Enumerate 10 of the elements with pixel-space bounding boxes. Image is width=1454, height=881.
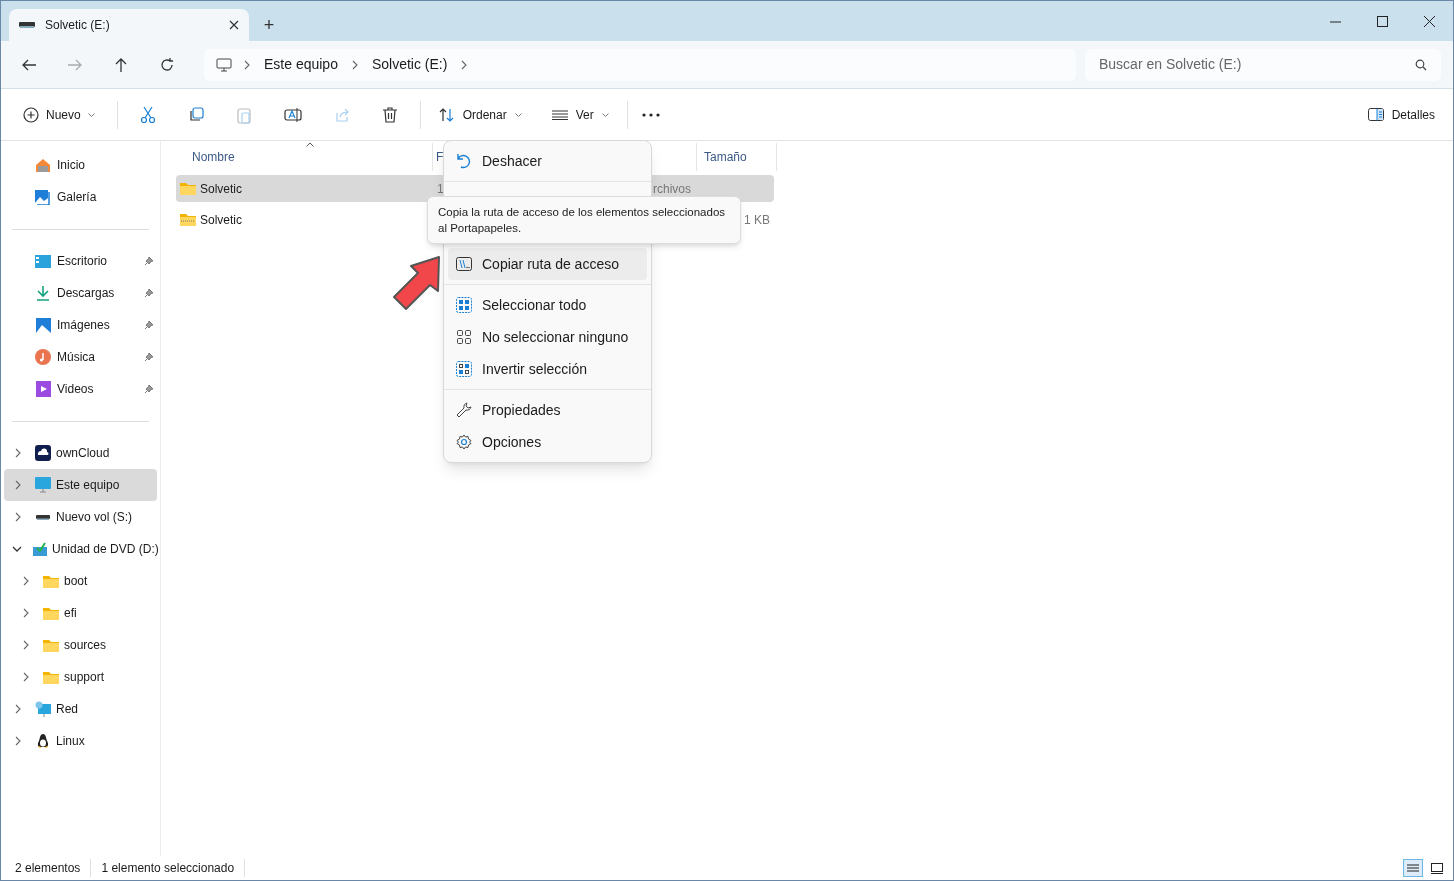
file-name: Solvetic <box>200 180 243 198</box>
type-cell: rchivos <box>653 181 691 196</box>
date-cell: 1 <box>437 181 444 196</box>
tab-title: Solvetic (E:) <box>45 17 111 34</box>
tooltip: Copia la ruta de acceso de los elementos seleccionados al Portapapeles. <box>427 196 741 244</box>
search-placeholder: Buscar en Solvetic (E:) <box>1099 55 1243 74</box>
selection-count: 1 elemento seleccionado <box>91 859 246 877</box>
item-count: 2 elementos <box>15 859 92 877</box>
file-name: Solvetic <box>200 211 243 229</box>
size-cell: 1 KB <box>744 212 770 227</box>
